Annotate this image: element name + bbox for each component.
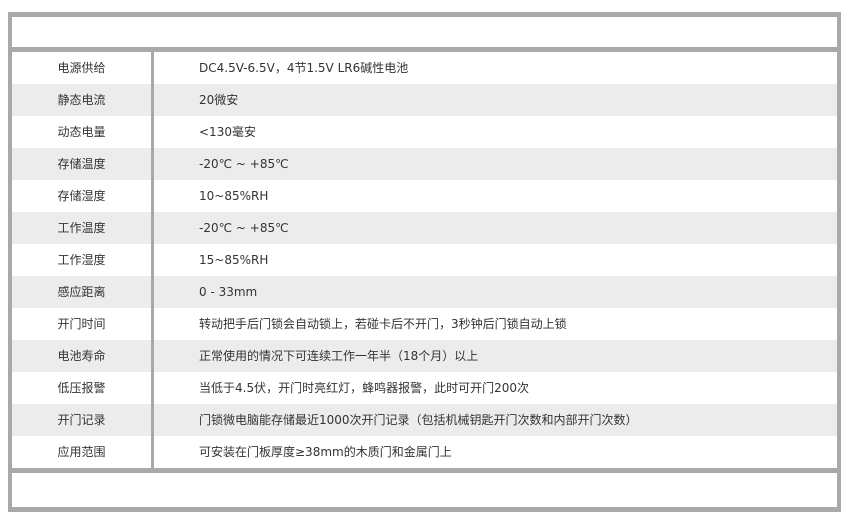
table-row: 应用范围 可安装在门板厚度≥38mm的木质门和金属门上: [12, 436, 837, 468]
table-row: 开门记录 门锁微电脑能存储最近1000次开门记录（包括机械钥匙开门次数和内部开门次…: [12, 404, 837, 436]
spec-value: -20℃ ~ +85℃: [199, 157, 289, 171]
spec-label: 动态电量: [12, 116, 154, 148]
spec-label: 静态电流: [12, 84, 154, 116]
spec-label: 开门时间: [12, 308, 154, 340]
table-row: 开门时间 转动把手后门锁会自动锁上，若碰卡后不开门，3秒钟后门锁自动上锁: [12, 308, 837, 340]
spec-label: 电池寿命: [12, 340, 154, 372]
spec-label: 开门记录: [12, 404, 154, 436]
spec-value: 20微安: [199, 93, 239, 107]
spec-value: <130毫安: [199, 125, 256, 139]
spec-label: 应用范围: [12, 436, 154, 468]
spec-value: -20℃ ~ +85℃: [199, 221, 289, 235]
spec-label: 工作温度: [12, 212, 154, 244]
table-footer-band: [12, 468, 837, 507]
spec-label: 存储温度: [12, 148, 154, 180]
table-row: 感应距离 0 - 33mm: [12, 276, 837, 308]
spec-label: 工作湿度: [12, 244, 154, 276]
spec-value: 0 - 33mm: [199, 285, 258, 299]
spec-label: 低压报警: [12, 372, 154, 404]
spec-table: 电源供给 DC4.5V-6.5V，4节1.5V LR6碱性电池静态电流 20微安动态…: [12, 52, 837, 468]
spec-label: 存储湿度: [12, 180, 154, 212]
spec-value: 门锁微电脑能存储最近1000次开门记录（包括机械钥匙开门次数和内部开门次数）: [199, 413, 638, 427]
table-row: 存储温度 -20℃ ~ +85℃: [12, 148, 837, 180]
table-row: 低压报警 当低于4.5伏，开门时亮红灯，蜂鸣器报警，此时可开门200次: [12, 372, 837, 404]
table-row: 工作湿度 15~85%RH: [12, 244, 837, 276]
spec-value: 10~85%RH: [199, 189, 269, 203]
table-row: 静态电流 20微安: [12, 84, 837, 116]
table-row: 电源供给 DC4.5V-6.5V，4节1.5V LR6碱性电池: [12, 52, 837, 84]
table-row: 动态电量 <130毫安: [12, 116, 837, 148]
spec-value: 可安装在门板厚度≥38mm的木质门和金属门上: [199, 445, 452, 459]
table-row: 存储湿度 10~85%RH: [12, 180, 837, 212]
table-row: 工作温度 -20℃ ~ +85℃: [12, 212, 837, 244]
spec-label: 感应距离: [12, 276, 154, 308]
spec-value: 正常使用的情况下可连续工作一年半（18个月）以上: [199, 349, 479, 363]
spec-value: 15~85%RH: [199, 253, 269, 267]
table-header-band: [12, 17, 837, 52]
table-row: 电池寿命 正常使用的情况下可连续工作一年半（18个月）以上: [12, 340, 837, 372]
spec-value: DC4.5V-6.5V，4节1.5V LR6碱性电池: [199, 61, 409, 75]
spec-table-frame: 电源供给 DC4.5V-6.5V，4节1.5V LR6碱性电池静态电流 20微安动态…: [8, 12, 841, 512]
spec-value: 转动把手后门锁会自动锁上，若碰卡后不开门，3秒钟后门锁自动上锁: [199, 317, 567, 331]
spec-value: 当低于4.5伏，开门时亮红灯，蜂鸣器报警，此时可开门200次: [199, 381, 529, 395]
spec-label: 电源供给: [12, 52, 154, 84]
